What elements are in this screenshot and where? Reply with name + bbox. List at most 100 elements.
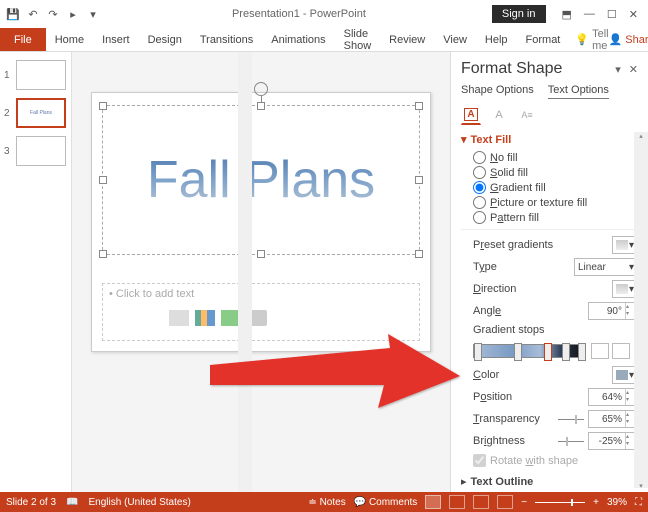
thumb-preview — [16, 60, 66, 90]
comments-button[interactable]: 💬 Comments — [354, 497, 418, 508]
language-indicator[interactable]: English (United States) — [89, 497, 191, 508]
share-button[interactable]: 👤Share — [609, 33, 648, 46]
collapse-icon: ▾ — [461, 133, 467, 146]
panel-option-tabs: Shape Options Text Options — [461, 84, 638, 99]
zoom-in-button[interactable]: + — [593, 497, 599, 508]
zoom-level[interactable]: 39% — [607, 497, 627, 508]
add-stop-button[interactable] — [591, 343, 609, 359]
thumb-preview — [16, 136, 66, 166]
thumb-num: 3 — [4, 146, 12, 157]
normal-view-button[interactable] — [425, 495, 441, 509]
gradient-stop[interactable] — [474, 343, 482, 361]
text-option-icons: A A A≡ — [461, 105, 638, 125]
position-row: Position64%▴▾ — [461, 386, 638, 408]
rotate-handle-icon[interactable] — [254, 82, 268, 96]
resize-handle[interactable] — [99, 250, 107, 258]
chart-icon[interactable] — [195, 310, 215, 326]
tab-home[interactable]: Home — [46, 28, 93, 51]
textbox-icon[interactable]: A≡ — [517, 105, 537, 125]
zoom-out-button[interactable]: − — [521, 497, 527, 508]
picture-fill-radio[interactable]: Picture or texture fill — [461, 195, 638, 210]
gradient-stop[interactable] — [514, 343, 522, 361]
pattern-fill-radio[interactable]: Pattern fill — [461, 210, 638, 225]
vertical-scrollbar[interactable] — [238, 52, 252, 492]
slideshow-view-button[interactable] — [497, 495, 513, 509]
close-icon[interactable]: ✕ — [629, 8, 638, 21]
transparency-spinner[interactable]: 65%▴▾ — [588, 410, 638, 428]
table-icon[interactable] — [169, 310, 189, 326]
brightness-spinner[interactable]: -25%▴▾ — [588, 432, 638, 450]
type-dropdown[interactable]: Linear▾ — [574, 258, 638, 276]
gradient-stops-bar[interactable] — [473, 341, 638, 361]
remove-stop-button[interactable] — [612, 343, 630, 359]
gradient-fill-radio[interactable]: Gradient fill — [461, 180, 638, 195]
tab-animations[interactable]: Animations — [262, 28, 334, 51]
panel-menu-icon[interactable]: ▾ — [615, 63, 621, 76]
tab-file[interactable]: File — [0, 28, 46, 51]
transparency-row: Transparency65%▴▾ — [461, 408, 638, 430]
minimize-icon[interactable]: — — [584, 8, 595, 21]
text-options-tab[interactable]: Text Options — [548, 84, 609, 99]
text-outline-section[interactable]: ▸Text Outline — [461, 475, 638, 488]
tab-insert[interactable]: Insert — [93, 28, 139, 51]
shape-options-tab[interactable]: Shape Options — [461, 84, 534, 99]
tab-format[interactable]: Format — [517, 28, 570, 51]
tell-me-label: Tell me — [592, 28, 609, 52]
title-bar: 💾 ↶ ↷ ▸ ▾ Presentation1 - PowerPoint Sig… — [0, 0, 648, 28]
resize-handle[interactable] — [415, 176, 423, 184]
brightness-row: Brightness-25%▴▾ — [461, 430, 638, 452]
slide-canvas[interactable]: Fall Plans • Click to add text — [72, 52, 450, 492]
angle-spinner[interactable]: 90°▴▾ — [588, 302, 638, 320]
spellcheck-icon[interactable]: 📖 — [66, 497, 78, 508]
text-effects-icon[interactable]: A — [489, 105, 509, 125]
resize-handle[interactable] — [257, 102, 265, 110]
thumbnail-1[interactable]: 1 — [0, 58, 71, 96]
thumbnail-2[interactable]: 2Fall Plans — [0, 96, 71, 134]
redo-icon[interactable]: ↷ — [44, 5, 62, 23]
tab-help[interactable]: Help — [476, 28, 517, 51]
resize-handle[interactable] — [99, 102, 107, 110]
tab-design[interactable]: Design — [139, 28, 191, 51]
fit-to-window-button[interactable]: ⛶ — [635, 497, 642, 508]
solid-fill-radio[interactable]: Solid fill — [461, 165, 638, 180]
text-fill-outline-icon[interactable]: A — [461, 105, 481, 125]
signin-button[interactable]: Sign in — [492, 5, 546, 23]
gradient-stop-selected[interactable] — [544, 343, 552, 361]
start-slideshow-icon[interactable]: ▸ — [64, 5, 82, 23]
maximize-icon[interactable]: ☐ — [607, 8, 617, 21]
qat-customize-icon[interactable]: ▾ — [84, 5, 102, 23]
resize-handle[interactable] — [99, 176, 107, 184]
title-textbox[interactable]: Fall Plans — [102, 105, 420, 255]
no-fill-radio[interactable]: NNo fillo fill — [461, 150, 638, 165]
tab-review[interactable]: Review — [380, 28, 434, 51]
resize-handle[interactable] — [415, 102, 423, 110]
slide-indicator[interactable]: Slide 2 of 3 — [6, 497, 56, 508]
gradient-stop[interactable] — [562, 343, 570, 361]
notes-button[interactable]: ≐ Notes — [308, 497, 345, 508]
reading-view-button[interactable] — [473, 495, 489, 509]
thumbnail-3[interactable]: 3 — [0, 134, 71, 172]
zoom-slider[interactable] — [535, 502, 585, 503]
panel-scrollbar[interactable]: ▴▾ — [634, 132, 648, 488]
ribbon-options-icon[interactable]: ⬒ — [562, 8, 572, 21]
save-icon[interactable]: 💾 — [4, 5, 22, 23]
content-placeholder[interactable]: • Click to add text — [102, 283, 420, 341]
transparency-slider[interactable] — [558, 419, 584, 420]
gradient-bar[interactable] — [473, 344, 585, 358]
tell-me[interactable]: 💡Tell me — [575, 28, 608, 52]
tab-transitions[interactable]: Transitions — [191, 28, 262, 51]
text-fill-section[interactable]: ▾Text Fill — [461, 133, 638, 146]
undo-icon[interactable]: ↶ — [24, 5, 42, 23]
slide: Fall Plans • Click to add text — [91, 92, 431, 352]
sorter-view-button[interactable] — [449, 495, 465, 509]
resize-handle[interactable] — [257, 250, 265, 258]
resize-handle[interactable] — [415, 250, 423, 258]
gradient-stop[interactable] — [578, 343, 586, 361]
panel-close-icon[interactable]: ✕ — [629, 63, 638, 76]
position-spinner[interactable]: 64%▴▾ — [588, 388, 638, 406]
share-label: Share — [625, 34, 648, 46]
content-icons — [169, 310, 413, 326]
tab-view[interactable]: View — [434, 28, 476, 51]
tab-slideshow[interactable]: Slide Show — [335, 28, 381, 51]
brightness-slider[interactable] — [558, 441, 584, 442]
